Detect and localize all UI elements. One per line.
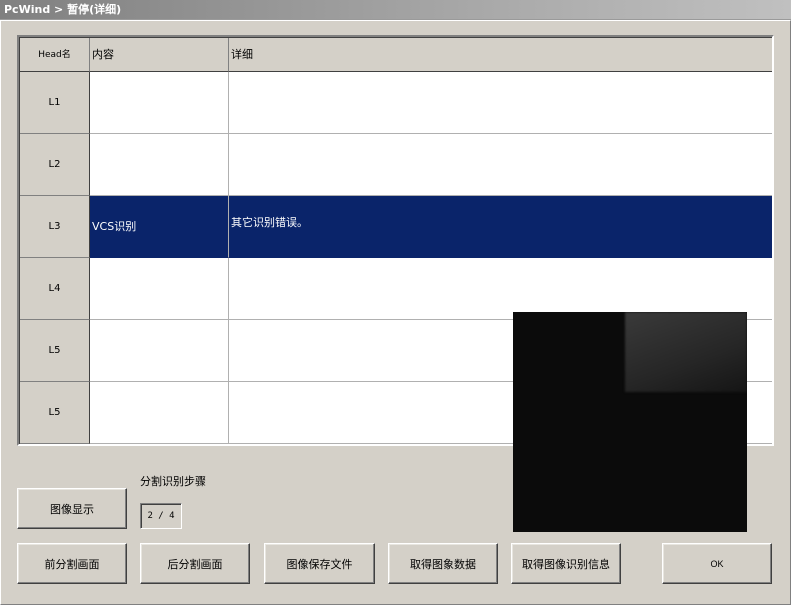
- table-row-selected[interactable]: L3 VCS识别 其它识别错误。: [20, 196, 772, 258]
- get-recognition-info-button[interactable]: 取得图像识别信息: [511, 543, 621, 584]
- image-preview: [513, 312, 747, 532]
- ok-button[interactable]: OK: [662, 543, 772, 584]
- table-row[interactable]: L2: [20, 134, 772, 196]
- content-cell[interactable]: VCS识别: [90, 196, 229, 258]
- get-image-data-button[interactable]: 取得图象数据: [388, 543, 498, 584]
- row-header[interactable]: L2: [20, 134, 90, 196]
- next-segment-button[interactable]: 后分割画面: [140, 543, 250, 584]
- table-row[interactable]: L4: [20, 258, 772, 320]
- prev-segment-button[interactable]: 前分割画面: [17, 543, 127, 584]
- window-title-bar: PcWind > 暂停(详细): [0, 0, 791, 20]
- row-header[interactable]: L5: [20, 320, 90, 382]
- content-cell[interactable]: [90, 134, 229, 196]
- window-title: PcWind > 暂停(详细): [4, 3, 122, 16]
- image-display-button[interactable]: 图像显示: [17, 488, 127, 529]
- detail-cell[interactable]: [229, 72, 772, 134]
- column-header-detail[interactable]: 详细: [229, 38, 772, 72]
- row-header[interactable]: L1: [20, 72, 90, 134]
- content-cell[interactable]: [90, 258, 229, 320]
- step-label: 分割识别步骤: [140, 475, 206, 488]
- content-cell[interactable]: [90, 72, 229, 134]
- row-header[interactable]: L5: [20, 382, 90, 444]
- column-header-content[interactable]: 内容: [90, 38, 229, 72]
- content-cell[interactable]: [90, 320, 229, 382]
- step-counter: 2 / 4: [140, 503, 182, 529]
- row-header[interactable]: L4: [20, 258, 90, 320]
- detail-cell[interactable]: 其它识别错误。: [229, 196, 772, 258]
- row-header[interactable]: L3: [20, 196, 90, 258]
- content-cell[interactable]: [90, 382, 229, 444]
- detail-cell[interactable]: [229, 258, 772, 320]
- table-row[interactable]: L1: [20, 72, 772, 134]
- preview-highlight: [625, 312, 747, 392]
- column-header-head[interactable]: Head名: [20, 38, 90, 72]
- detail-cell[interactable]: [229, 134, 772, 196]
- save-image-button[interactable]: 图像保存文件: [264, 543, 375, 584]
